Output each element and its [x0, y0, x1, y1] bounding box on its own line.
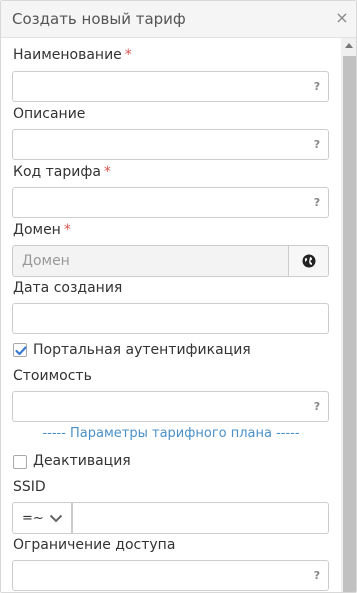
create-tariff-dialog: Создать новый тариф × Наименование * ? Оп… — [0, 0, 357, 593]
domain-input[interactable]: Домен — [12, 245, 288, 277]
deactivation-label: Деактивация — [33, 453, 131, 469]
created-date-input[interactable] — [12, 303, 329, 334]
domain-select-button[interactable] — [288, 245, 329, 277]
help-icon[interactable]: ? — [312, 80, 322, 94]
ssid-operator-value: =~ — [22, 511, 44, 526]
portal-auth-checkbox[interactable] — [13, 343, 27, 357]
name-label: Наименование * — [13, 47, 132, 63]
deactivation-checkbox[interactable] — [13, 455, 27, 469]
domain-placeholder: Домен — [22, 253, 70, 269]
scrollbar-thumb[interactable] — [343, 56, 356, 592]
scroll-up-arrow[interactable] — [341, 38, 356, 54]
ssid-operator-select[interactable]: =~ — [12, 502, 72, 534]
checkmark-icon — [15, 346, 27, 356]
globe-icon — [302, 254, 315, 268]
required-mark: * — [103, 164, 111, 180]
dialog-title: Создать новый тариф — [12, 10, 186, 28]
domain-label: Домен * — [13, 222, 71, 238]
plan-params-link[interactable]: ----- Параметры тарифного плана ----- — [1, 426, 341, 441]
chevron-down-icon — [49, 514, 63, 523]
chevron-up-icon — [345, 43, 353, 48]
help-icon[interactable]: ? — [312, 138, 322, 152]
help-icon[interactable]: ? — [312, 569, 322, 583]
created-date-label: Дата создания — [13, 280, 123, 296]
dialog-header: Создать новый тариф × — [1, 1, 356, 38]
name-input[interactable]: ? — [12, 71, 329, 102]
access-limit-input[interactable]: ? — [12, 560, 329, 591]
portal-auth-label: Портальная аутентификация — [33, 342, 251, 358]
required-mark: * — [63, 222, 71, 238]
ssid-label: SSID — [13, 479, 46, 495]
access-limit-label: Ограничение доступа — [13, 537, 176, 553]
close-button[interactable]: × — [334, 9, 350, 27]
cost-label: Стоимость — [13, 368, 92, 384]
tariff-code-label: Код тарифа * — [13, 164, 111, 180]
tariff-code-input[interactable]: ? — [12, 187, 329, 218]
help-icon[interactable]: ? — [312, 196, 322, 210]
required-mark: * — [124, 47, 132, 63]
cost-input[interactable]: ? — [12, 391, 329, 422]
help-icon[interactable]: ? — [312, 400, 322, 414]
ssid-input[interactable] — [72, 502, 329, 534]
description-label: Описание — [13, 106, 86, 122]
description-input[interactable]: ? — [12, 129, 329, 160]
scrollbar[interactable] — [341, 38, 356, 592]
